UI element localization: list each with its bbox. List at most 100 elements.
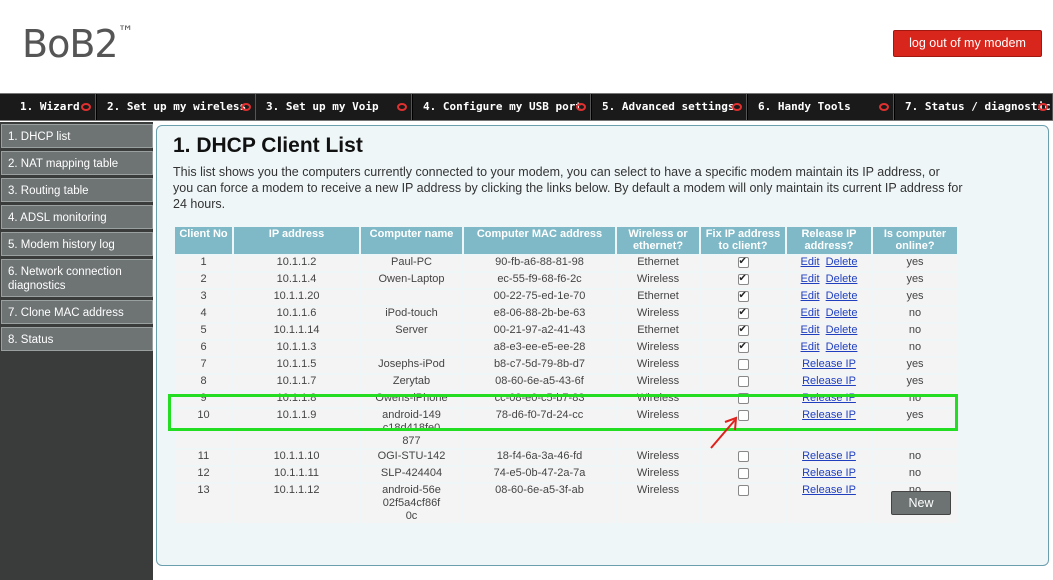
fix-ip-checkbox[interactable] [737,323,749,336]
sidebar-item-3[interactable]: 3. Routing table [1,178,153,202]
ip-address: 10.1.1.4 [234,273,359,288]
client-no: 10 [175,409,232,448]
delete-link[interactable]: Delete [826,341,858,353]
release-ip-link[interactable]: Release IP [802,450,856,462]
release-ip-link[interactable]: Release IP [802,358,856,370]
fix-ip-checkbox[interactable] [737,306,749,319]
fix-ip-checkbox[interactable] [737,393,749,404]
connection-type: Wireless [617,450,699,465]
nav-tab-4[interactable]: 4. Configure my USB port [413,94,591,120]
fix-ip-checkbox[interactable] [737,289,749,302]
column-header: IP address [234,227,359,254]
nav-tab-5[interactable]: 5. Advanced settings [592,94,747,120]
online-status: no [873,307,957,322]
client-no: 5 [175,324,232,339]
fix-ip-cell [701,323,785,339]
ip-address: 10.1.1.11 [234,467,359,482]
fix-ip-checkbox[interactable] [737,451,749,462]
ip-address: 10.1.1.20 [234,290,359,305]
table-row: 9 10.1.1.8 Owens-iPhone cc-08-e0-c5-b7-83 Wi… [175,392,957,407]
nav-tab-2[interactable]: 2. Set up my wireless [97,94,256,120]
release-ip-link[interactable]: Release IP [802,484,856,496]
delete-link[interactable]: Delete [826,273,858,285]
ip-address: 10.1.1.3 [234,341,359,356]
delete-link[interactable]: Delete [826,290,858,302]
fix-ip-cell [701,340,785,356]
table-row: 5 10.1.1.14 Server 00-21-97-a2-41-43 Etherne… [175,323,957,339]
edit-link[interactable]: Edit [801,273,820,285]
table-row: 4 10.1.1.6 iPod-touch e8-06-88-2b-be-63 Wire… [175,306,957,322]
ip-address: 10.1.1.7 [234,375,359,390]
fix-ip-cell [701,450,785,465]
sidebar: 1. DHCP list 2. NAT mapping table 3. Routi… [0,122,153,580]
connection-type: Wireless [617,307,699,322]
edit-link[interactable]: Edit [801,256,820,268]
release-ip-link[interactable]: Release IP [802,409,856,421]
fix-ip-checkbox[interactable] [737,485,749,496]
nav-tab-6[interactable]: 6. Handy Tools [748,94,894,120]
computer-name: iPod-touch [361,307,462,322]
table-row: 2 10.1.1.4 Owen-Laptop ec-55-f9-68-f6-2c Wir… [175,272,957,288]
column-header: Release IP address? [787,227,871,254]
computer-name [361,290,462,305]
edit-link[interactable]: Edit [801,341,820,353]
logout-button[interactable]: log out of my modem [893,30,1042,57]
edit-link[interactable]: Edit [801,307,820,319]
release-cell: Release IP [787,484,871,523]
computer-name: SLP-424404 [361,467,462,482]
delete-link[interactable]: Delete [826,256,858,268]
sidebar-item-2[interactable]: 2. NAT mapping table [1,151,153,175]
release-cell: Edit Delete [787,324,871,339]
sidebar-item-5[interactable]: 5. Modem history log [1,232,153,256]
edit-link[interactable]: Edit [801,324,820,336]
fix-ip-checkbox[interactable] [737,272,749,285]
fix-ip-checkbox[interactable] [737,376,749,387]
top-nav: 1. Wizard 2. Set up my wireless 3. Set up … [0,93,1053,121]
release-cell: Edit Delete [787,341,871,356]
ip-address: 10.1.1.2 [234,256,359,271]
release-ip-link[interactable]: Release IP [802,375,856,387]
sidebar-item-1[interactable]: 1. DHCP list [1,124,153,148]
online-status: yes [873,358,957,373]
nav-tab-3[interactable]: 3. Set up my Voip [256,94,412,120]
sidebar-item-7[interactable]: 7. Clone MAC address [1,300,153,324]
delete-link[interactable]: Delete [826,324,858,336]
edit-link[interactable]: Edit [801,290,820,302]
release-ip-link[interactable]: Release IP [802,392,856,404]
mac-address: ec-55-f9-68-f6-2c [464,273,615,288]
fix-ip-cell [701,358,785,373]
fix-ip-cell [701,289,785,305]
table-row: 610.1.1.3 a8-e3-ee-e5-ee-28Wireless Edit D… [175,340,957,356]
new-button[interactable]: New [891,491,951,515]
circle-icon [879,103,889,111]
fix-ip-checkbox[interactable] [737,340,749,353]
fix-ip-checkbox[interactable] [737,468,749,479]
online-status: yes [873,273,957,288]
table-row: 1 10.1.1.2 Paul-PC 90-fb-a6-88-81-98 Etherne… [175,255,957,271]
table-header-row: Client No IP address Computer name Computer… [175,227,957,254]
sidebar-item-8[interactable]: 8. Status [1,327,153,351]
sidebar-item-4[interactable]: 4. ADSL monitoring [1,205,153,229]
table-row: 12 10.1.1.11 SLP-424404 74-e5-0b-47-2a-7a Wi… [175,467,957,482]
release-cell: Release IP [787,358,871,373]
online-status: no [873,467,957,482]
connection-type: Ethernet [617,256,699,271]
circle-icon [397,103,407,111]
page-description: This list shows you the computers curren… [173,165,963,211]
fix-ip-cell [701,467,785,482]
release-ip-link[interactable]: Release IP [802,467,856,479]
fix-ip-checkbox[interactable] [737,255,749,268]
online-status: no [873,341,957,356]
connection-type: Wireless [617,341,699,356]
online-status: yes [873,290,957,305]
release-cell: Edit Delete [787,273,871,288]
nav-tab-label: 6. Handy Tools [758,100,851,113]
nav-tab-1[interactable]: 1. Wizard [0,94,96,120]
release-cell: Release IP [787,409,871,448]
client-no: 9 [175,392,232,407]
sidebar-item-6[interactable]: 6. Network connection diagnostics [1,259,153,297]
delete-link[interactable]: Delete [826,307,858,319]
nav-tab-label: 4. Configure my USB port [423,100,582,113]
nav-tab-7[interactable]: 7. Status / diagnostic [895,94,1053,120]
fix-ip-checkbox[interactable] [737,359,749,370]
